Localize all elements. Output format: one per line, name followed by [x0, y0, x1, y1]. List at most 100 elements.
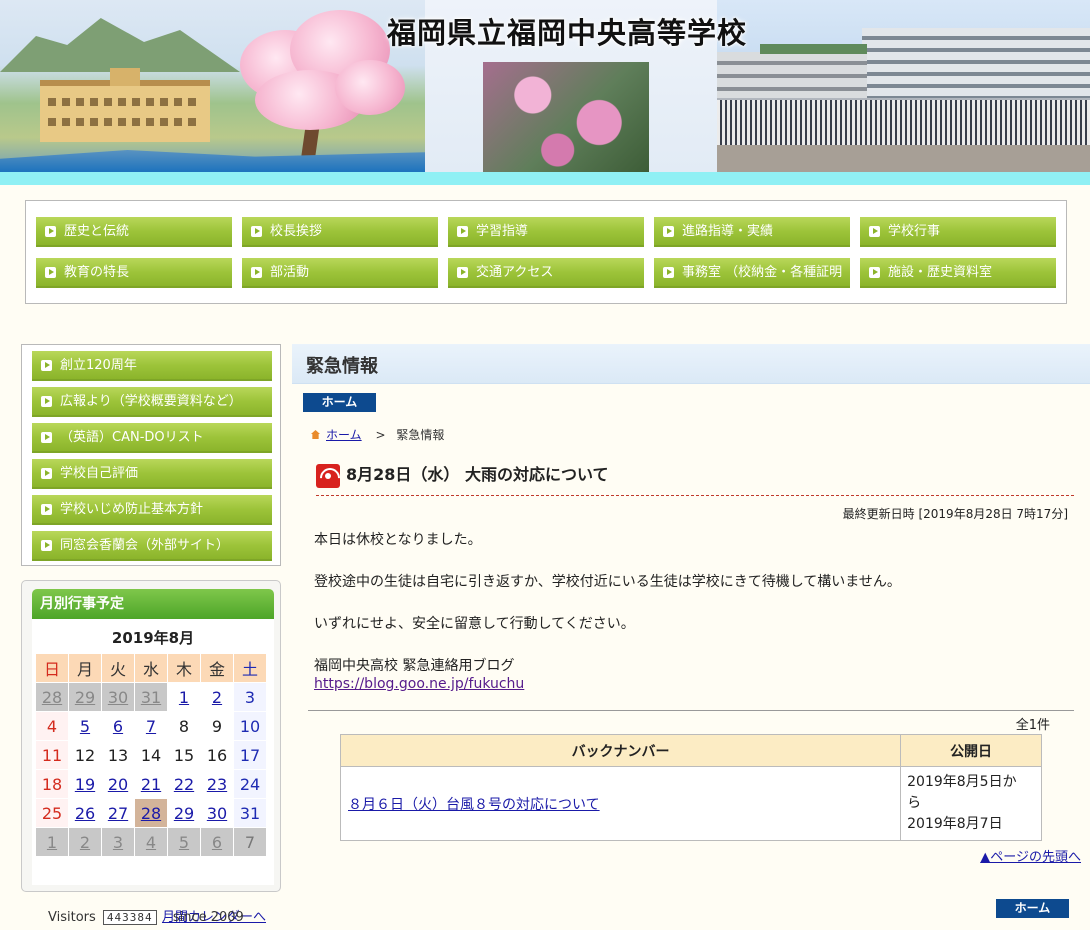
nav-academics[interactable]: 学習指導 — [448, 217, 644, 247]
calendar-day[interactable]: 5 — [68, 711, 102, 741]
calendar-day-link[interactable]: 1 — [47, 833, 57, 852]
nav-career-guidance[interactable]: 進路指導・実績 — [654, 217, 850, 247]
calendar-day[interactable]: 1 — [35, 827, 69, 857]
side-item-alumni-association[interactable]: 同窓会香蘭会（外部サイト） — [32, 531, 272, 561]
nav-access[interactable]: 交通アクセス — [448, 258, 644, 288]
calendar-day-link[interactable]: 28 — [42, 688, 62, 707]
calendar-day[interactable]: 26 — [68, 798, 102, 828]
calendar-day[interactable]: 7 — [134, 711, 168, 741]
calendar-body: 2019年8月 日 月 火 水 木 金 土 28 29 30 31 1 2 3 4 5 6 7 8 9 1… — [32, 619, 274, 925]
calendar-day-number: 13 — [107, 745, 129, 765]
nav-education-features[interactable]: 教育の特長 — [36, 258, 232, 288]
date-mid: ら — [907, 795, 922, 811]
visitor-counter: Visitors 443384 since 2009 — [48, 910, 244, 925]
calendar-day-number: 16 — [206, 745, 228, 765]
side-item-self-evaluation[interactable]: 学校自己評価 — [32, 459, 272, 489]
calendar-day-number: 7 — [244, 832, 256, 852]
calendar-day-link[interactable]: 30 — [207, 804, 227, 823]
calendar-day[interactable]: 30 — [101, 682, 135, 712]
visitors-since: since 2009 — [172, 910, 244, 925]
calendar-day[interactable]: 6 — [101, 711, 135, 741]
divider — [308, 710, 1074, 711]
calendar-day[interactable]: 4 — [134, 827, 168, 857]
arrow-right-icon — [41, 360, 52, 371]
arrow-right-icon — [663, 226, 674, 237]
calendar-day[interactable]: 30 — [200, 798, 234, 828]
column-header-backnumber: バックナンバー — [339, 734, 902, 767]
calendar-day[interactable]: 19 — [68, 769, 102, 799]
calendar-day[interactable]: 28 — [35, 682, 69, 712]
home-button-bottom[interactable]: ホーム — [996, 899, 1069, 918]
emergency-blog-link[interactable]: https://blog.goo.ne.jp/fukuchu — [314, 676, 524, 692]
nav-history[interactable]: 歴史と伝統 — [36, 217, 232, 247]
calendar-week: 25 26 27 28 29 30 31 — [35, 798, 267, 828]
calendar-day[interactable]: 5 — [167, 827, 201, 857]
side-item-public-relations[interactable]: 広報より（学校概要資料など） — [32, 387, 272, 417]
calendar-day[interactable]: 29 — [167, 798, 201, 828]
side-item-120th-anniversary[interactable]: 創立120周年 — [32, 351, 272, 381]
calendar-day-link[interactable]: 5 — [80, 717, 90, 736]
calendar-week: 28 29 30 31 1 2 3 — [35, 682, 267, 712]
site-title[interactable]: 福岡県立福岡中央高等学校 — [387, 10, 747, 52]
calendar-day[interactable]: 22 — [167, 769, 201, 799]
nav-facilities[interactable]: 施設・歴史資料室 — [860, 258, 1056, 288]
calendar-day-link[interactable]: 29 — [174, 804, 194, 823]
calendar-day-link[interactable]: 4 — [146, 833, 156, 852]
page-top-link[interactable]: ▲ページの先頭へ — [980, 846, 1081, 865]
article-paragraph: いずれにせよ、安全に留意して行動してください。 — [314, 616, 635, 632]
backnumber-link[interactable]: ８月６日（火）台風８号の対応について — [348, 797, 600, 813]
article-paragraph: 本日は休校となりました。 — [314, 532, 482, 548]
home-button[interactable]: ホーム — [303, 393, 376, 412]
calendar-day-link[interactable]: 19 — [75, 775, 95, 794]
side-item-anti-bullying-policy[interactable]: 学校いじめ防止基本方針 — [32, 495, 272, 525]
calendar-day-number: 4 — [46, 716, 58, 736]
side-item-can-do-list[interactable]: （英語）CAN-DOリスト — [32, 423, 272, 453]
calendar-day-link[interactable]: 31 — [141, 688, 161, 707]
calendar-day-number: 3 — [244, 687, 256, 707]
breadcrumb-home-link[interactable]: ホーム — [326, 428, 362, 442]
last-updated: 最終更新日時 [2019年8月28日 7時17分] — [842, 507, 1068, 521]
calendar-day-link[interactable]: 2 — [212, 688, 222, 707]
backnumber-date-cell: 2019年8月5日か ら 2019年8月7日 — [900, 766, 1042, 841]
calendar-day-link[interactable]: 26 — [75, 804, 95, 823]
calendar-day[interactable]: 23 — [200, 769, 234, 799]
calendar-day-link[interactable]: 21 — [141, 775, 161, 794]
calendar-day-link[interactable]: 20 — [108, 775, 128, 794]
calendar-day-link[interactable]: 23 — [207, 775, 227, 794]
calendar-day-link[interactable]: 6 — [113, 717, 123, 736]
calendar-day-link[interactable]: 3 — [113, 833, 123, 852]
calendar-day[interactable]: 6 — [200, 827, 234, 857]
nav-office[interactable]: 事務室 （校納金・各種証明 — [654, 258, 850, 288]
calendar-day[interactable]: 2 — [68, 827, 102, 857]
calendar-day: 7 — [233, 827, 267, 857]
visitor-count: 443384 — [102, 910, 157, 925]
calendar-day-link[interactable]: 29 — [75, 688, 95, 707]
calendar-day-link[interactable]: 5 — [179, 833, 189, 852]
calendar-day-link[interactable]: 30 — [108, 688, 128, 707]
weekday-header: 木 — [167, 653, 201, 683]
arrow-right-icon — [41, 468, 52, 479]
nav-principal-greeting[interactable]: 校長挨拶 — [242, 217, 438, 247]
weekday-header: 日 — [35, 653, 69, 683]
calendar-day-link[interactable]: 6 — [212, 833, 222, 852]
calendar-day[interactable]: 28 — [134, 798, 168, 828]
calendar-day-link[interactable]: 2 — [80, 833, 90, 852]
banner-illustration — [0, 0, 425, 172]
nav-club-activities[interactable]: 部活動 — [242, 258, 438, 288]
nav-school-events[interactable]: 学校行事 — [860, 217, 1056, 247]
calendar-day[interactable]: 29 — [68, 682, 102, 712]
blossom-photo — [483, 62, 649, 172]
calendar-day[interactable]: 2 — [200, 682, 234, 712]
calendar-day[interactable]: 31 — [134, 682, 168, 712]
calendar-day-link[interactable]: 28 — [141, 804, 161, 823]
calendar-day-link[interactable]: 1 — [179, 688, 189, 707]
calendar-day[interactable]: 20 — [101, 769, 135, 799]
calendar-day[interactable]: 21 — [134, 769, 168, 799]
weekday-header: 土 — [233, 653, 267, 683]
calendar-day-link[interactable]: 27 — [108, 804, 128, 823]
calendar-day-link[interactable]: 7 — [146, 717, 156, 736]
calendar-day[interactable]: 27 — [101, 798, 135, 828]
calendar-day[interactable]: 1 — [167, 682, 201, 712]
calendar-day[interactable]: 3 — [101, 827, 135, 857]
calendar-day-link[interactable]: 22 — [174, 775, 194, 794]
